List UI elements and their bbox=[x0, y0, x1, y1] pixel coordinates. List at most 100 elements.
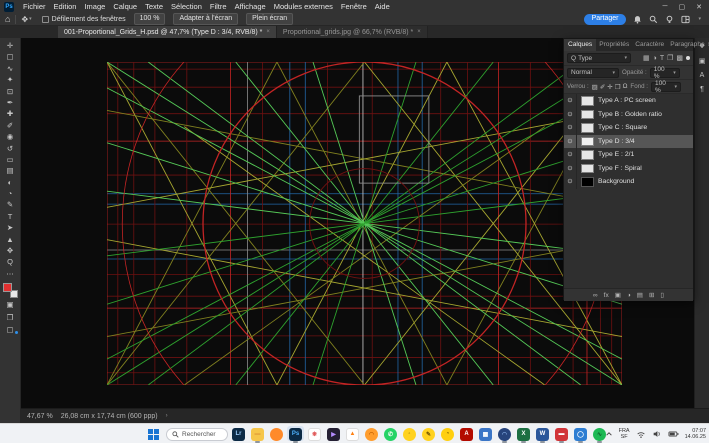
search-icon[interactable] bbox=[649, 15, 658, 24]
menu-aide[interactable]: Aide bbox=[371, 0, 394, 13]
blur-tool[interactable]: ◐ bbox=[3, 177, 18, 188]
scroll-all-windows-checkbox[interactable] bbox=[42, 16, 49, 23]
layer-filter-dropdown[interactable]: Q Type ▾ bbox=[567, 53, 631, 63]
taskbar-app-word[interactable]: W bbox=[533, 426, 552, 442]
layer-row[interactable]: ⊙Type A : PC screen bbox=[564, 94, 693, 108]
taskbar-app-firefox[interactable] bbox=[267, 426, 286, 442]
hand-tool-icon[interactable]: ✥ bbox=[21, 15, 28, 24]
crop-tool[interactable]: ⊡ bbox=[3, 86, 18, 97]
taskbar-app-orange-sphere-app[interactable]: ◠ bbox=[362, 426, 381, 442]
battery-icon[interactable] bbox=[668, 429, 679, 439]
lasso-tool[interactable]: ∿ bbox=[3, 63, 18, 74]
start-button[interactable] bbox=[148, 429, 159, 440]
taskbar-app-acrobat[interactable]: A bbox=[457, 426, 476, 442]
filter-toggle-icon[interactable] bbox=[686, 56, 690, 60]
layer-visibility-eye-icon[interactable]: ⊙ bbox=[564, 162, 577, 176]
menu-filtre[interactable]: Filtre bbox=[206, 0, 231, 13]
layer-thumbnail[interactable] bbox=[581, 96, 594, 106]
lock-position-icon[interactable]: ✛ bbox=[607, 83, 612, 91]
layer-thumbnail[interactable] bbox=[581, 177, 594, 187]
taskbar-app-yellow-app-3[interactable]: ◔ bbox=[438, 426, 457, 442]
lock-artboard-icon[interactable]: ❐ bbox=[615, 83, 621, 91]
panel-tab-paragraphe[interactable]: Paragraphe bbox=[667, 39, 707, 51]
menu-texte[interactable]: Texte bbox=[141, 0, 167, 13]
layer-visibility-eye-icon[interactable]: ⊙ bbox=[564, 148, 577, 162]
taskbar-app-calculator[interactable]: ▦ bbox=[476, 426, 495, 442]
panel-tab-calques[interactable]: Calques bbox=[564, 39, 596, 51]
discover-lightbulb-icon[interactable] bbox=[665, 15, 674, 24]
path-selection-tool[interactable]: ➤ bbox=[3, 222, 18, 233]
gradient-tool[interactable]: ▤ bbox=[3, 165, 18, 176]
layer-thumbnail[interactable] bbox=[581, 123, 594, 133]
more-tools[interactable]: ⋯ bbox=[3, 268, 18, 279]
healing-brush-tool[interactable]: ✚ bbox=[3, 108, 18, 119]
move-tool[interactable]: ✛ bbox=[3, 40, 18, 51]
taskbar-app-whatsapp[interactable]: ✆ bbox=[381, 426, 400, 442]
layer-thumbnail[interactable] bbox=[581, 110, 594, 120]
wifi-icon[interactable] bbox=[636, 429, 646, 439]
document-tab-1[interactable]: 001-Proportional_Grids_H.psd @ 47,7% (Ty… bbox=[58, 26, 277, 38]
filter-pixel-layers-icon[interactable]: ▦ bbox=[643, 54, 650, 62]
collapsed-properties-panel[interactable]: ▣ bbox=[699, 57, 706, 65]
layer-thumbnail[interactable] bbox=[581, 150, 594, 160]
workspace-switcher-icon[interactable] bbox=[681, 15, 690, 24]
layer-group-icon[interactable]: ▤ bbox=[637, 291, 643, 299]
clock[interactable]: 07:0714.06.25 bbox=[685, 428, 706, 440]
dodge-tool[interactable]: ◔ bbox=[3, 188, 18, 199]
zoom-100-button[interactable]: 100 % bbox=[134, 13, 166, 25]
blend-mode-dropdown[interactable]: Normal ▾ bbox=[567, 68, 619, 78]
taskbar-app-file-explorer[interactable]: ▬ bbox=[248, 426, 267, 442]
menu-affichage[interactable]: Affichage bbox=[231, 0, 270, 13]
hidden-icons-chevron[interactable] bbox=[605, 430, 613, 438]
layer-visibility-eye-icon[interactable]: ⊙ bbox=[564, 94, 577, 108]
quick-selection-tool[interactable]: ✦ bbox=[3, 74, 18, 85]
screen-mode[interactable]: ❐ bbox=[3, 312, 18, 323]
menu-fen-tre[interactable]: Fenêtre bbox=[337, 0, 371, 13]
close-tab-icon[interactable]: × bbox=[417, 29, 421, 35]
layer-thumbnail[interactable] bbox=[581, 137, 594, 147]
filter-shape-layers-icon[interactable]: ❐ bbox=[667, 54, 673, 62]
delete-layer-icon[interactable]: ▯ bbox=[660, 291, 664, 299]
filter-smart-objects-icon[interactable]: ▩ bbox=[676, 54, 683, 62]
brush-tool[interactable]: ✐ bbox=[3, 120, 18, 131]
eraser-tool[interactable]: ▭ bbox=[3, 154, 18, 165]
chevron-down-icon[interactable]: ▾ bbox=[29, 16, 32, 22]
menu-edition[interactable]: Edition bbox=[50, 0, 81, 13]
taskbar-app-blue-sphere-app[interactable]: ◠ bbox=[495, 426, 514, 442]
shape-tool[interactable]: ▲ bbox=[3, 234, 18, 245]
status-expand-icon[interactable]: › bbox=[166, 413, 168, 419]
layer-visibility-eye-icon[interactable]: ⊙ bbox=[564, 121, 577, 135]
filter-adjustment-layers-icon[interactable]: ◑ bbox=[653, 55, 657, 62]
taskbar-search-box[interactable]: Rechercher bbox=[166, 428, 228, 441]
fill-dropdown[interactable]: 100 % ▾ bbox=[651, 82, 681, 92]
new-layer-icon[interactable]: ⊞ bbox=[649, 291, 654, 299]
layer-visibility-eye-icon[interactable]: ⊙ bbox=[564, 175, 577, 189]
taskbar-app-vlc[interactable]: ▲ bbox=[343, 426, 362, 442]
layer-row[interactable]: ⊙Type B : Golden ratio bbox=[564, 108, 693, 122]
menu-image[interactable]: Image bbox=[80, 0, 109, 13]
filter-type-layers-icon[interactable]: T bbox=[660, 55, 664, 62]
minimize-button[interactable]: ─ bbox=[663, 3, 668, 11]
zoom-level-field[interactable]: 47,67 % bbox=[27, 413, 53, 420]
collapsed-character-panel[interactable]: A bbox=[700, 72, 705, 79]
document-tab-2[interactable]: Proportional_grids.jpg @ 66,7% (RVB/8) *… bbox=[277, 26, 428, 38]
layer-thumbnail[interactable] bbox=[581, 164, 594, 174]
layer-row[interactable]: ⊙Type F : Spiral bbox=[564, 162, 693, 176]
volume-icon[interactable] bbox=[652, 429, 662, 439]
link-layers-icon[interactable]: ∞ bbox=[593, 292, 598, 299]
adjustment-layer-icon[interactable]: ◑ bbox=[627, 292, 631, 299]
zoom-tool[interactable]: Q bbox=[3, 256, 18, 267]
hand-tool[interactable]: ✥ bbox=[3, 245, 18, 256]
taskbar-app-yellow-app-2[interactable]: ✎ bbox=[419, 426, 438, 442]
foreground-color-swatch[interactable] bbox=[3, 283, 12, 292]
collapsed-paragraph-panel[interactable]: ¶ bbox=[700, 86, 704, 93]
close-tab-icon[interactable]: × bbox=[266, 29, 270, 35]
panel-tab-caractère[interactable]: Caractère bbox=[632, 39, 667, 51]
taskbar-app-photoshop[interactable]: Ps bbox=[286, 426, 305, 442]
taskbar-app-lightroom-classic[interactable]: Lr bbox=[229, 426, 248, 442]
quick-mask-mode[interactable]: ▣ bbox=[3, 299, 18, 310]
eyedropper-tool[interactable]: ✒ bbox=[3, 97, 18, 108]
close-button[interactable]: ✕ bbox=[696, 3, 702, 11]
add-mask-icon[interactable]: ▣ bbox=[615, 291, 621, 299]
layer-row[interactable]: ⊙Type C : Square bbox=[564, 121, 693, 135]
